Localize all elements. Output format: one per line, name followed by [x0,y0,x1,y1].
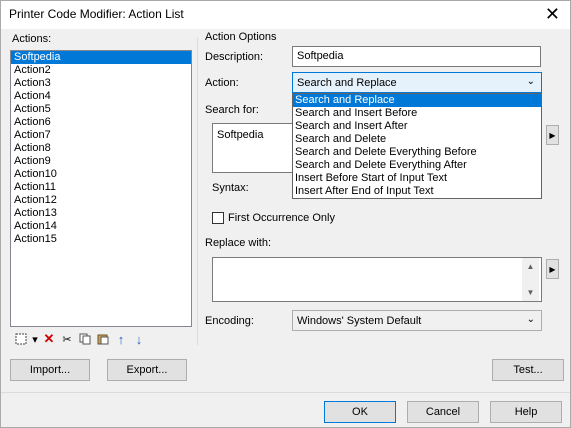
list-item[interactable]: Action8 [11,142,191,155]
chevron-down-icon: ⌄ [526,76,535,87]
actions-list[interactable]: Softpedia Action2 Action3 Action4 Action5 Act… [10,50,192,327]
dropdown-option[interactable]: Insert After End of Input Text [293,185,541,198]
list-item[interactable]: Action11 [11,181,191,194]
dropdown-option[interactable]: Search and Insert Before [293,107,541,120]
description-field[interactable]: Softpedia [292,46,541,67]
replace-insert-button[interactable]: ▶ [546,259,559,279]
move-up-icon[interactable]: ↑ [112,330,130,348]
dropdown-option[interactable]: Search and Delete Everything After [293,159,541,172]
encoding-select[interactable]: Windows' System Default ⌄ [292,310,542,331]
move-down-icon[interactable]: ↓ [130,330,148,348]
description-label: Description: [205,51,264,63]
dropdown-option[interactable]: Search and Delete [293,133,541,146]
ok-button[interactable]: OK [324,401,396,423]
title-bar: Printer Code Modifier: Action List ✕ [1,1,570,29]
list-item[interactable]: Action14 [11,220,191,233]
window-title: Printer Code Modifier: Action List [9,7,184,21]
list-item[interactable]: Action3 [11,77,191,90]
import-button[interactable]: Import... [10,359,90,381]
actions-toolbar: ▾ ✕ ✂ ↑ ↓ [12,330,148,348]
dialog-window: Printer Code Modifier: Action List ✕ Act… [0,0,571,428]
test-button[interactable]: Test... [492,359,564,381]
play-arrow-icon: ▶ [549,264,556,274]
help-button[interactable]: Help [490,401,562,423]
list-item[interactable]: Action5 [11,103,191,116]
dropdown-option[interactable]: Search and Delete Everything Before [293,146,541,159]
list-item[interactable]: Action2 [11,64,191,77]
list-item[interactable]: Action10 [11,168,191,181]
encoding-select-value: Windows' System Default [297,314,422,327]
search-insert-button[interactable]: ▶ [546,125,559,145]
group-divider [197,37,198,345]
list-item[interactable]: Softpedia [11,51,191,64]
list-item[interactable]: Action12 [11,194,191,207]
dropdown-arrow-icon[interactable]: ▾ [30,330,40,348]
dropdown-option[interactable]: Search and Insert After [293,120,541,133]
paste-icon[interactable] [94,330,112,348]
action-select-value: Search and Replace [297,76,397,89]
dropdown-option[interactable]: Insert Before Start of Input Text [293,172,541,185]
syntax-label: Syntax: [212,182,249,194]
list-item[interactable]: Action4 [11,90,191,103]
footer-divider [1,392,570,393]
copy-icon[interactable] [76,330,94,348]
new-icon[interactable] [12,330,30,348]
export-button[interactable]: Export... [107,359,187,381]
cancel-button[interactable]: Cancel [407,401,479,423]
list-item[interactable]: Action13 [11,207,191,220]
list-item[interactable]: Action6 [11,116,191,129]
delete-icon[interactable]: ✕ [40,330,58,348]
action-dropdown-list[interactable]: Search and Replace Search and Insert Befo… [292,93,542,199]
first-occurrence-label: First Occurrence Only [228,212,335,224]
play-arrow-icon: ▶ [549,130,556,140]
list-item[interactable]: Action9 [11,155,191,168]
cut-icon[interactable]: ✂ [58,330,76,348]
encoding-label: Encoding: [205,315,254,327]
actions-label: Actions: [12,33,52,45]
scroll-up-icon[interactable]: ▲ [522,258,539,275]
action-options-label: Action Options [205,31,277,43]
scroll-down-icon[interactable]: ▼ [522,284,539,301]
action-select[interactable]: Search and Replace ⌄ [292,72,542,93]
close-icon[interactable]: ✕ [545,3,560,25]
action-label: Action: [205,77,239,89]
first-occurrence-checkbox[interactable] [212,212,224,224]
dropdown-option[interactable]: Search and Replace [293,94,541,107]
replace-scrollbar[interactable]: ▲ ▼ [522,258,539,301]
list-item[interactable]: Action7 [11,129,191,142]
chevron-down-icon: ⌄ [526,314,535,325]
replace-with-field[interactable] [212,257,542,302]
replace-with-label: Replace with: [205,237,272,249]
search-for-label: Search for: [205,104,259,116]
list-item[interactable]: Action15 [11,233,191,246]
